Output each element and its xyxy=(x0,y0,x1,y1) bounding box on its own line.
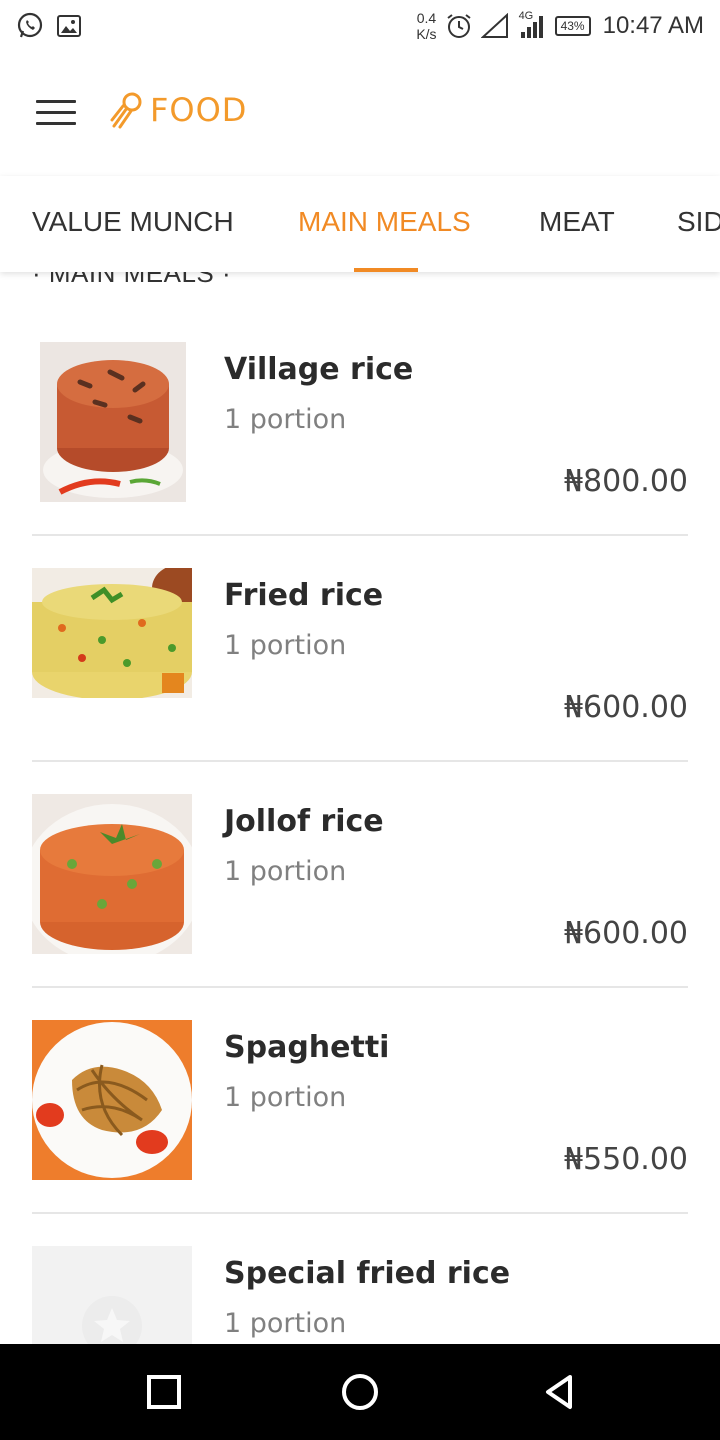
app-header: FOOD xyxy=(0,52,720,176)
jollof-rice-image xyxy=(32,794,192,954)
meal-name: Village rice xyxy=(224,352,414,387)
meal-portion: 1 portion xyxy=(224,1082,347,1113)
meal-price: ₦550.00 xyxy=(563,1142,688,1177)
meal-item[interactable]: Spaghetti 1 portion ₦550.00 xyxy=(32,988,688,1214)
tab-meat[interactable]: MEAT xyxy=(539,206,615,238)
logo-text: FOOD xyxy=(150,91,248,129)
meal-price: ₦800.00 xyxy=(563,464,688,499)
system-nav-bar xyxy=(0,1344,720,1440)
whatsapp-icon xyxy=(17,12,43,38)
status-left-icons xyxy=(16,12,82,40)
meal-portion: 1 portion xyxy=(224,1308,347,1339)
gallery-icon xyxy=(57,15,81,37)
meal-item[interactable]: Fried rice 1 portion ₦600.00 xyxy=(32,536,688,762)
village-rice-image xyxy=(40,342,186,502)
placeholder-image-icon xyxy=(32,1246,192,1344)
fried-rice-image xyxy=(32,568,192,698)
tab-sides[interactable]: SID xyxy=(677,206,720,238)
section-heading: · MAIN MEALS · xyxy=(32,272,232,288)
home-circle-icon[interactable] xyxy=(340,1372,380,1412)
meal-name: Special fried rice xyxy=(224,1256,511,1291)
category-tabs: VALUE MUNCH MAIN MEALS MEAT SID xyxy=(0,176,720,272)
meal-item[interactable]: Jollof rice 1 portion ₦600.00 xyxy=(32,762,688,988)
status-bar: 0.4 K/s 4G 43% 10:47 AM xyxy=(0,0,720,52)
signal-bars-icon xyxy=(520,16,543,38)
signal-empty-icon xyxy=(480,13,508,38)
battery-indicator: 43% xyxy=(554,16,591,36)
alarm-icon xyxy=(446,14,471,38)
network-speed: 0.4 K/s xyxy=(416,10,436,42)
meal-portion: 1 portion xyxy=(224,404,347,435)
network-speed-value: 0.4 xyxy=(416,10,437,26)
app-logo: FOOD xyxy=(110,90,247,130)
back-triangle-icon[interactable] xyxy=(540,1372,580,1412)
meal-name: Jollof rice xyxy=(224,804,384,839)
meal-name: Fried rice xyxy=(224,578,384,613)
spaghetti-image xyxy=(32,1020,192,1180)
active-tab-indicator xyxy=(354,268,418,272)
rocket-logo-icon xyxy=(110,92,142,129)
tab-value-munch[interactable]: VALUE MUNCH xyxy=(32,206,234,238)
meal-price: ₦600.00 xyxy=(563,916,688,951)
tab-main-meals[interactable]: MAIN MEALS xyxy=(298,206,471,238)
recents-square-icon[interactable] xyxy=(144,1372,184,1412)
meal-item[interactable]: Special fried rice 1 portion xyxy=(32,1214,688,1344)
network-type-wrap: 4G xyxy=(517,10,547,40)
clock: 10:47 AM xyxy=(602,12,704,39)
meal-name: Spaghetti xyxy=(224,1030,390,1065)
meal-portion: 1 portion xyxy=(224,856,347,887)
meal-price: ₦600.00 xyxy=(563,690,688,725)
hamburger-menu-icon[interactable] xyxy=(36,100,76,128)
meal-list[interactable]: · MAIN MEALS · Village rice 1 portion ₦8… xyxy=(0,272,720,1344)
meal-item[interactable]: Village rice 1 portion ₦800.00 xyxy=(32,310,688,536)
network-speed-unit: K/s xyxy=(416,26,437,42)
meal-portion: 1 portion xyxy=(224,630,347,661)
status-right-icons: 0.4 K/s 4G 43% 10:47 AM xyxy=(416,4,704,48)
